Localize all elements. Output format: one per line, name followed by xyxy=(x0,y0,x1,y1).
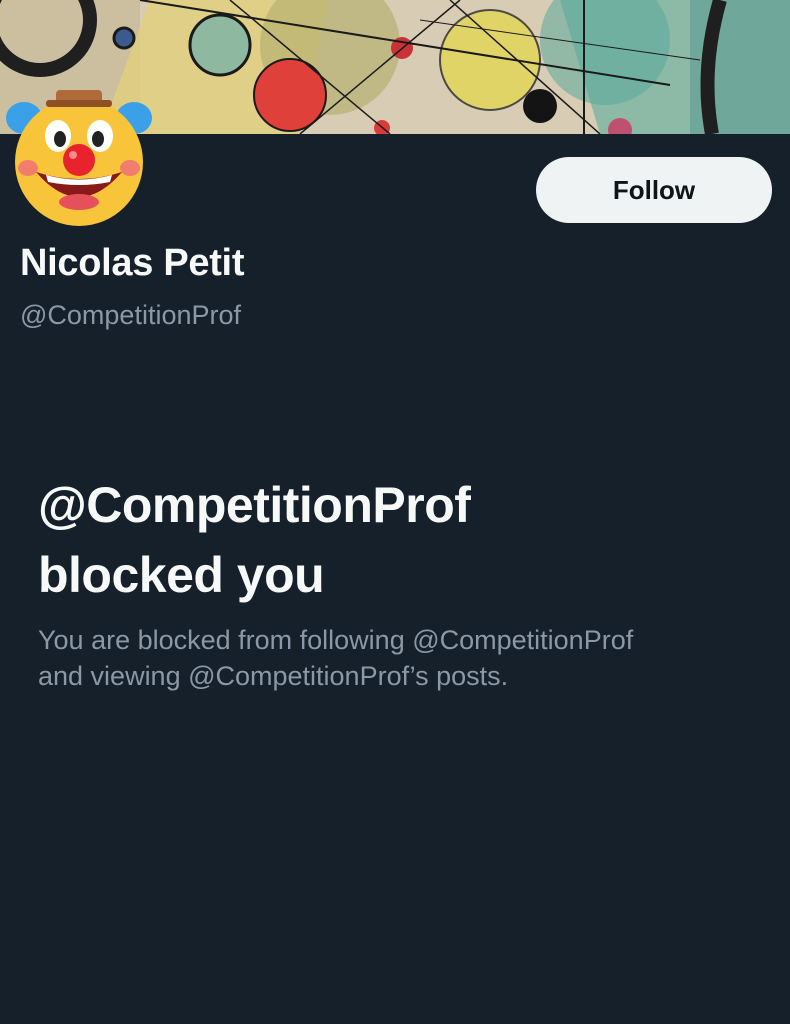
blocked-title-handle: @CompetitionProf xyxy=(38,477,471,533)
profile-handle: @CompetitionProf xyxy=(20,300,241,330)
blocked-title-text: blocked you xyxy=(38,547,325,603)
clown-face-icon xyxy=(6,90,152,226)
blocked-body-line: You are blocked from following @Competit… xyxy=(38,625,634,655)
blocked-body-line: and viewing @CompetitionProf’s posts. xyxy=(38,661,509,691)
profile-display-name: Nicolas Petit xyxy=(20,242,245,284)
blocked-notice-body: You are blocked from following @Competit… xyxy=(38,622,758,694)
follow-button[interactable]: Follow xyxy=(536,157,772,223)
avatar[interactable] xyxy=(6,82,152,228)
blocked-notice-title: @CompetitionProf blocked you xyxy=(38,470,758,610)
